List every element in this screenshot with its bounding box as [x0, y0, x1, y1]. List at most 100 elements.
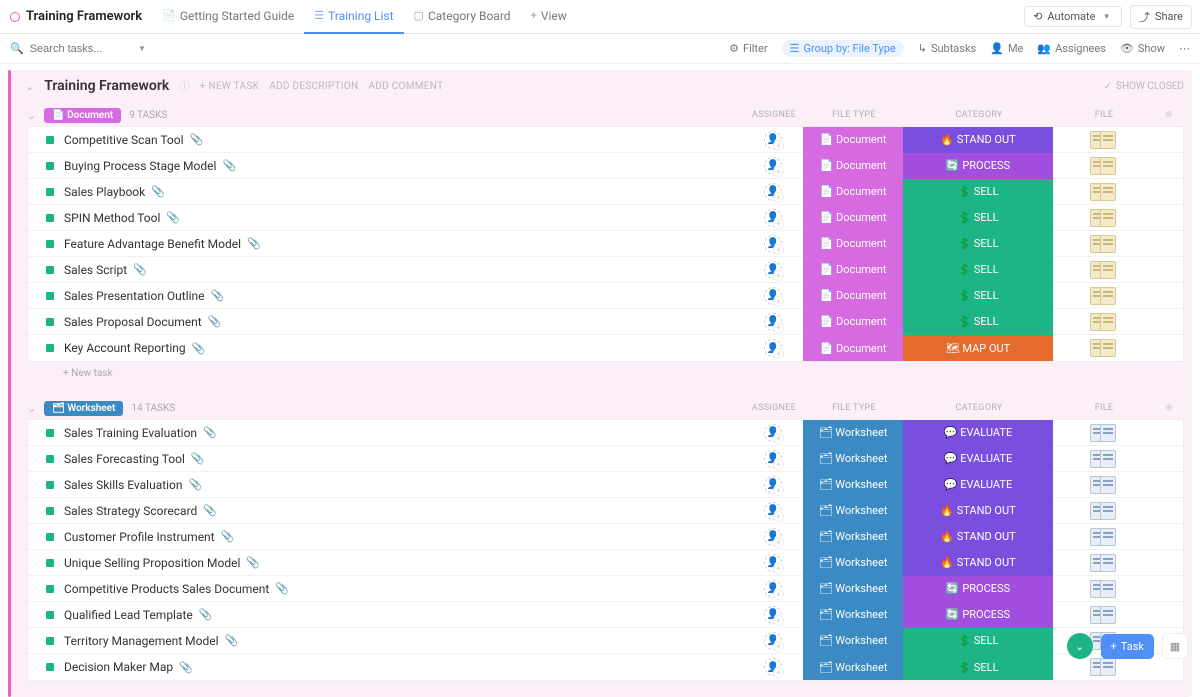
assignee-placeholder[interactable]: 👤: [764, 424, 782, 442]
status-square-icon[interactable]: [46, 507, 54, 515]
filetype-cell[interactable]: 📄 Document: [803, 127, 903, 153]
filter-button[interactable]: ⚙Filter: [729, 42, 767, 55]
search-input[interactable]: [30, 43, 130, 55]
list-title[interactable]: Training Framework: [44, 78, 169, 94]
task-row[interactable]: Sales Proposal Document📎 👤 📄 Document 💲 …: [28, 309, 1183, 335]
attachment-icon[interactable]: 📎: [203, 504, 217, 517]
assignee-placeholder[interactable]: 👤: [764, 313, 782, 331]
filetype-cell[interactable]: 🗂 Worksheet: [803, 498, 903, 524]
category-cell[interactable]: 💲 SELL: [903, 283, 1053, 309]
add-comment-link[interactable]: ADD COMMENT: [368, 81, 443, 92]
apps-button[interactable]: ▦: [1162, 633, 1188, 659]
task-row[interactable]: Key Account Reporting📎 👤 📄 Document 🗺 MA…: [28, 335, 1183, 361]
task-name[interactable]: Decision Maker Map: [64, 660, 173, 674]
attachment-icon[interactable]: 📎: [151, 185, 165, 198]
new-task-link[interactable]: + NEW TASK: [200, 81, 259, 92]
status-square-icon[interactable]: [46, 663, 54, 671]
assignee-placeholder[interactable]: 👤: [764, 502, 782, 520]
col-assignee[interactable]: ASSIGNEE: [744, 403, 804, 413]
filetype-cell[interactable]: 📄 Document: [803, 335, 903, 361]
collapse-group-icon[interactable]: ⌄: [27, 109, 36, 122]
filetype-cell[interactable]: 🗂 Worksheet: [803, 472, 903, 498]
filetype-cell[interactable]: 📄 Document: [803, 257, 903, 283]
status-square-icon[interactable]: [46, 136, 54, 144]
task-row[interactable]: Sales Forecasting Tool📎 👤 🗂 Worksheet 💬 …: [28, 446, 1183, 472]
assignee-placeholder[interactable]: 👤: [764, 658, 782, 676]
subtasks-button[interactable]: ↳Subtasks: [918, 42, 977, 55]
col-category[interactable]: CATEGORY: [904, 403, 1054, 413]
file-cell[interactable]: [1053, 524, 1153, 550]
add-column-button[interactable]: ⊕: [1154, 110, 1184, 120]
me-button[interactable]: 👤Me: [990, 42, 1023, 55]
collapse-list-icon[interactable]: ⌄: [25, 80, 34, 93]
filetype-cell[interactable]: 📄 Document: [803, 205, 903, 231]
tab-training-list[interactable]: ☰Training List: [304, 0, 403, 34]
task-name[interactable]: Feature Advantage Benefit Model: [64, 237, 241, 251]
task-row[interactable]: Buying Process Stage Model📎 👤 📄 Document…: [28, 153, 1183, 179]
filetype-cell[interactable]: 🗂 Worksheet: [803, 446, 903, 472]
col-assignee[interactable]: ASSIGNEE: [744, 110, 804, 120]
assignee-placeholder[interactable]: 👤: [764, 157, 782, 175]
collapse-group-icon[interactable]: ⌄: [27, 402, 36, 415]
file-cell[interactable]: [1053, 153, 1153, 179]
attachment-icon[interactable]: 📎: [189, 478, 203, 491]
show-closed-toggle[interactable]: ✓SHOW CLOSED: [1104, 81, 1184, 92]
filetype-cell[interactable]: 🗂 Worksheet: [803, 602, 903, 628]
col-file[interactable]: FILE: [1054, 110, 1154, 120]
category-cell[interactable]: 💲 SELL: [903, 257, 1053, 283]
task-name[interactable]: Sales Forecasting Tool: [64, 452, 185, 466]
task-row[interactable]: Feature Advantage Benefit Model📎 👤 📄 Doc…: [28, 231, 1183, 257]
filetype-cell[interactable]: 🗂 Worksheet: [803, 524, 903, 550]
share-button[interactable]: ⤴ Share: [1130, 5, 1192, 29]
quick-action-button[interactable]: ⌄: [1067, 633, 1093, 659]
task-row[interactable]: Territory Management Model📎 👤 🗂 Workshee…: [28, 628, 1183, 654]
filetype-cell[interactable]: 📄 Document: [803, 309, 903, 335]
file-cell[interactable]: [1053, 420, 1153, 446]
task-row[interactable]: Qualified Lead Template📎 👤 🗂 Worksheet 🔄…: [28, 602, 1183, 628]
status-square-icon[interactable]: [46, 344, 54, 352]
col-category[interactable]: CATEGORY: [904, 110, 1054, 120]
file-cell[interactable]: [1053, 335, 1153, 361]
category-cell[interactable]: 🔄 PROCESS: [903, 576, 1053, 602]
task-row[interactable]: Competitive Scan Tool📎 👤 📄 Document 🔥 ST…: [28, 127, 1183, 153]
automate-button[interactable]: ⟲ Automate ▾: [1024, 6, 1122, 27]
status-square-icon[interactable]: [46, 481, 54, 489]
attachment-icon[interactable]: 📎: [246, 556, 260, 569]
task-name[interactable]: Sales Script: [64, 263, 127, 277]
attachment-icon[interactable]: 📎: [203, 426, 217, 439]
space-name[interactable]: Training Framework: [10, 9, 142, 24]
category-cell[interactable]: 🔄 PROCESS: [903, 602, 1053, 628]
status-square-icon[interactable]: [46, 637, 54, 645]
attachment-icon[interactable]: 📎: [247, 237, 261, 250]
assignee-placeholder[interactable]: 👤: [764, 476, 782, 494]
list-info-icon[interactable]: ⓘ: [179, 79, 190, 94]
task-name[interactable]: Competitive Products Sales Document: [64, 582, 269, 596]
tab-getting-started-guide[interactable]: 📄Getting Started Guide: [152, 0, 304, 34]
file-cell[interactable]: [1053, 127, 1153, 153]
attachment-icon[interactable]: 📎: [199, 608, 213, 621]
show-button[interactable]: 👁Show: [1120, 42, 1165, 55]
status-square-icon[interactable]: [46, 188, 54, 196]
status-square-icon[interactable]: [46, 585, 54, 593]
file-cell[interactable]: [1053, 205, 1153, 231]
attachment-icon[interactable]: 📎: [179, 661, 193, 674]
category-cell[interactable]: 💲 SELL: [903, 231, 1053, 257]
task-row[interactable]: Sales Script📎 👤 📄 Document 💲 SELL: [28, 257, 1183, 283]
filetype-cell[interactable]: 🗂 Worksheet: [803, 420, 903, 446]
assignees-button[interactable]: 👥Assignees: [1037, 42, 1106, 55]
new-task-fab[interactable]: + Task: [1101, 634, 1154, 659]
file-cell[interactable]: [1053, 472, 1153, 498]
category-cell[interactable]: 🔥 STAND OUT: [903, 498, 1053, 524]
category-cell[interactable]: 💲 SELL: [903, 205, 1053, 231]
search-input-wrap[interactable]: 🔍 ▾: [10, 42, 148, 55]
file-cell[interactable]: [1053, 309, 1153, 335]
file-cell[interactable]: [1053, 257, 1153, 283]
status-square-icon[interactable]: [46, 429, 54, 437]
task-name[interactable]: Competitive Scan Tool: [64, 133, 184, 147]
filetype-cell[interactable]: 📄 Document: [803, 231, 903, 257]
file-cell[interactable]: [1053, 602, 1153, 628]
attachment-icon[interactable]: 📎: [225, 634, 239, 647]
status-square-icon[interactable]: [46, 455, 54, 463]
task-row[interactable]: Customer Profile Instrument📎 👤 🗂 Workshe…: [28, 524, 1183, 550]
category-cell[interactable]: 💲 SELL: [903, 179, 1053, 205]
